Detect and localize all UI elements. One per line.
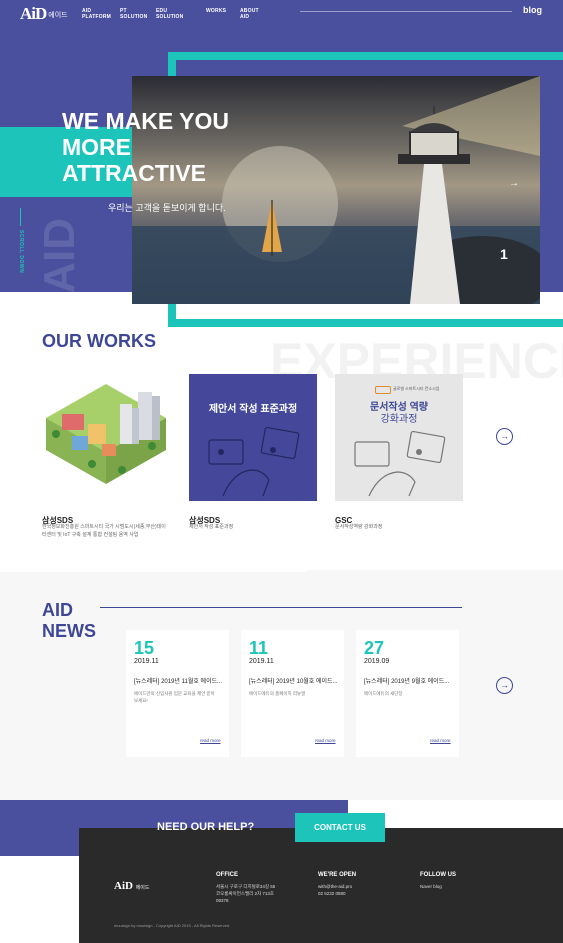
- footer-logo[interactable]: AiD 에이드: [114, 880, 150, 892]
- footer-open-title: WE'RE OPEN: [318, 872, 357, 878]
- slide-number: 1: [500, 246, 508, 262]
- footer-email[interactable]: with@the-aid.pro: [318, 883, 352, 890]
- news-day: 15: [134, 638, 155, 658]
- copyright: muuisign by muuisign - Copyright AID 201…: [114, 923, 230, 928]
- news-divider: [100, 607, 462, 608]
- isometric-city-illustration: [46, 384, 166, 484]
- help-text: NEED OUR HELP?: [157, 821, 255, 833]
- news-month: 2019.11: [134, 658, 159, 665]
- news-day: 27: [364, 638, 385, 658]
- news-card[interactable]: 27 2019.09 [뉴스레터] 2019년 9월호 에이드... 에이드에듀…: [356, 630, 459, 757]
- nav-pt-solution[interactable]: PT SOLUTION: [120, 8, 147, 20]
- works-next-arrow-icon[interactable]: →: [496, 428, 513, 445]
- read-more-link[interactable]: read more: [430, 738, 451, 743]
- footer-naver-blog-link[interactable]: Naver blog: [420, 883, 442, 890]
- footer-office-title: OFFICE: [216, 872, 238, 878]
- footer-follow-title: FOLLOW US: [420, 872, 456, 878]
- work-card-image-gsc[interactable]: 글로벌 스마트시티 컨소시엄 문서작성 역량 강화과정: [335, 374, 463, 501]
- works-title: OUR WORKS: [42, 331, 156, 351]
- footer-office-address: 서울시 구로구 디지털로34길 55 코오롱싸이언스밸리 2차 713호 083…: [216, 884, 276, 903]
- nav-works[interactable]: WORKS: [206, 8, 226, 14]
- news-card[interactable]: 15 2019.11 [뉴스레터] 2019년 11월호 에이드... 에이드만…: [126, 630, 229, 757]
- work-card-desc: 한국정보화진흥원 스마트시티 국가 시범도시(세종,부산)데이터센터 및 IoT…: [42, 524, 166, 538]
- news-day: 11: [249, 638, 269, 658]
- news-title: AID NEWS: [42, 600, 96, 641]
- slide-next-icon[interactable]: →: [509, 178, 519, 189]
- news-headline[interactable]: [뉴스레터] 2019년 10월호 에이드...: [249, 676, 341, 685]
- nav-edu-solution[interactable]: EDU SOLUTION: [156, 8, 183, 20]
- work-card-image-smartcity[interactable]: [42, 374, 170, 501]
- news-month: 2019.11: [249, 658, 274, 665]
- scroll-down-label[interactable]: SCROLL DOWN: [18, 230, 24, 273]
- hero-vertical-word: AID: [35, 218, 84, 294]
- works-section-tail: [0, 540, 307, 572]
- hero-headline: WE MAKE YOU MORE ATTRACTIVE: [62, 108, 229, 186]
- news-text: 에이드만의 신입사원 입문 교육을 제안 받아보세요!: [134, 691, 215, 703]
- handshake-documents-illustration: [208, 426, 300, 497]
- work-card-image-proposal[interactable]: 제안서 작성 표준과정: [189, 374, 317, 501]
- scroll-line: [20, 208, 21, 226]
- work-card-image-title: 제안서 작성 표준과정: [208, 404, 298, 415]
- work-card-desc: 제안서 작성 표준과정: [189, 524, 234, 530]
- footer-contact: with@the-aid.pro 02 6232 0880: [318, 883, 352, 897]
- site-logo[interactable]: AiD 에이드: [20, 4, 68, 24]
- work-card-image-title: 문서작성 역량 강화과정: [370, 402, 428, 425]
- contact-us-button[interactable]: CONTACT US: [295, 813, 385, 842]
- gsc-logo-text: 글로벌 스마트시티 컨소시엄: [393, 386, 440, 391]
- nav-aid-platform[interactable]: AID PLATFORM: [82, 8, 111, 20]
- news-next-arrow-icon[interactable]: →: [496, 677, 513, 694]
- nav-divider: [300, 11, 512, 12]
- work-card-desc: 문서작성역량 강화과정: [335, 524, 383, 530]
- nav-about-aid[interactable]: ABOUT AID: [240, 8, 259, 20]
- footer-phone: 02 6232 0880: [318, 891, 346, 896]
- news-text: 에이드에듀의 홈페이지 리뉴얼: [249, 691, 306, 696]
- news-month: 2019.09: [364, 658, 390, 665]
- hero-subline: 우리는 고객을 돋보이게 합니다.: [108, 203, 226, 213]
- news-card[interactable]: 11 2019.11 [뉴스레터] 2019년 10월호 에이드... 에이드에…: [241, 630, 344, 757]
- read-more-link[interactable]: read more: [200, 738, 221, 743]
- gsc-logo-icon: [375, 386, 391, 394]
- news-text: 에이드에듀의 새단장: [364, 691, 403, 696]
- news-headline[interactable]: [뉴스레터] 2019년 9월호 에이드...: [364, 676, 456, 685]
- read-more-link[interactable]: read more: [315, 738, 336, 743]
- news-headline[interactable]: [뉴스레터] 2019년 11월호 에이드...: [134, 676, 226, 685]
- handshake-documents-illustration: [354, 430, 446, 497]
- blog-link[interactable]: blog: [523, 5, 542, 15]
